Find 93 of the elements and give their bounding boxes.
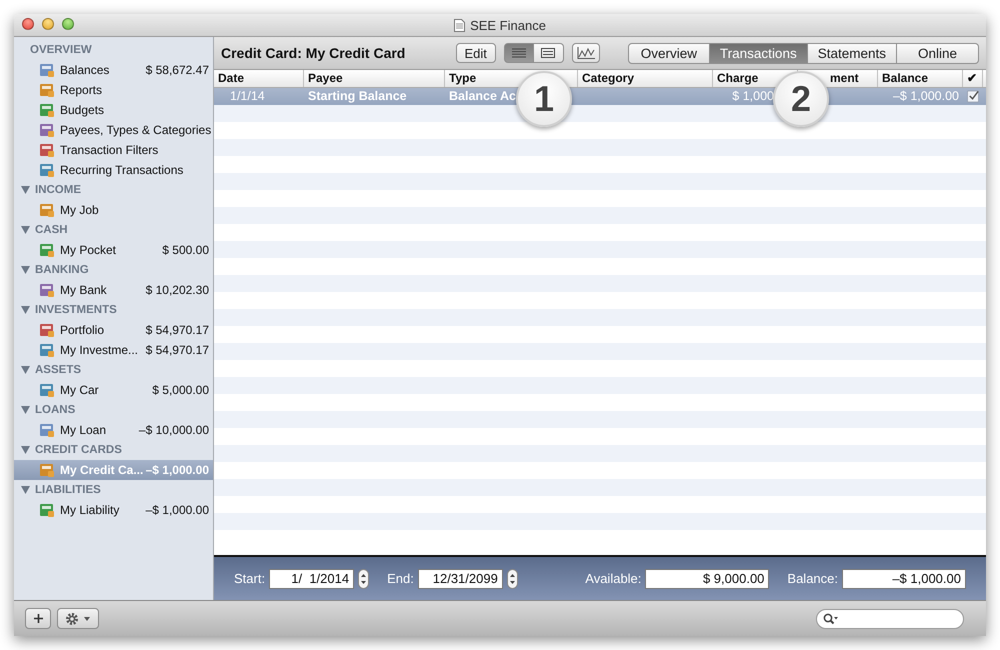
disclosure-triangle-icon[interactable]	[21, 366, 30, 374]
tab[interactable]: Online	[897, 42, 979, 64]
add-button[interactable]	[25, 608, 51, 629]
section-header: ASSETS	[35, 364, 82, 376]
account-title: Credit Card: My Credit Card	[221, 45, 406, 61]
available-label: Available:	[585, 571, 642, 586]
detail-view-button[interactable]	[534, 43, 564, 63]
section-header: INVESTMENTS	[35, 304, 117, 316]
sidebar-item[interactable]: My Job	[14, 200, 213, 220]
stepper-icon[interactable]	[358, 568, 370, 588]
account-icon	[39, 462, 55, 478]
end-label: End:	[387, 571, 414, 586]
column-header[interactable]: Type	[449, 71, 476, 85]
account-icon	[39, 102, 55, 118]
account-icon	[39, 382, 55, 398]
column-header[interactable]: Payee	[308, 71, 343, 85]
zoom-button[interactable]	[62, 18, 74, 30]
sidebar-item[interactable]: Reports	[14, 80, 213, 100]
account-icon	[39, 282, 55, 298]
column-header[interactable]: Category	[582, 71, 634, 85]
sidebar-item[interactable]: Portfolio $ 54,970.17	[14, 320, 213, 340]
disclosure-triangle-icon[interactable]	[21, 186, 30, 194]
detail-list-icon	[541, 48, 556, 58]
table-cell: Balance Ac	[449, 89, 516, 103]
sidebar-item[interactable]: Payees, Types & Categories	[14, 120, 213, 140]
table-cell: $ 1,000	[732, 89, 774, 103]
account-icon	[39, 62, 55, 78]
start-date-field[interactable]: 1/ 1/2014	[269, 568, 354, 588]
sidebar-item[interactable]: My Liability –$ 1,000.00	[14, 500, 213, 520]
tab[interactable]: Transactions	[710, 42, 808, 64]
section-header: CASH	[35, 224, 68, 236]
search-field[interactable]	[816, 608, 964, 628]
table-cell: –$ 1,000.00	[892, 89, 959, 103]
line-chart-icon	[576, 47, 595, 59]
disclosure-triangle-icon[interactable]	[21, 486, 30, 494]
account-icon	[39, 422, 55, 438]
disclosure-triangle-icon[interactable]	[21, 446, 30, 454]
document-icon	[454, 18, 466, 32]
search-icon	[823, 612, 839, 624]
column-header[interactable]: ment	[830, 71, 859, 85]
sidebar-item[interactable]: My Loan –$ 10,000.00	[14, 420, 213, 440]
list-icon	[512, 48, 526, 58]
account-icon	[39, 502, 55, 518]
available-field: $ 9,000.00	[645, 568, 770, 588]
section-header: OVERVIEW	[30, 44, 92, 56]
table-cell: 1/1/14	[230, 89, 265, 103]
account-icon	[39, 342, 55, 358]
edit-button[interactable]: Edit	[456, 43, 496, 63]
section-header: LOANS	[35, 404, 76, 416]
sidebar-item[interactable]: Recurring Transactions	[14, 160, 213, 180]
sidebar-item[interactable]: Budgets	[14, 100, 213, 120]
plus-icon	[34, 614, 42, 623]
minimize-button[interactable]	[42, 18, 54, 30]
sidebar-item[interactable]: My Bank $ 10,202.30	[14, 280, 213, 300]
account-icon	[39, 82, 55, 98]
sidebar-item[interactable]: Transaction Filters	[14, 140, 213, 160]
section-header: BANKING	[35, 264, 89, 276]
balance-label: Balance:	[787, 571, 838, 586]
section-header: INCOME	[35, 184, 81, 196]
disclosure-triangle-icon[interactable]	[21, 306, 30, 314]
list-view-button[interactable]	[504, 43, 534, 63]
sidebar-item[interactable]: My Car $ 5,000.00	[14, 380, 213, 400]
tab[interactable]: Overview	[628, 42, 710, 64]
tab[interactable]: Statements	[808, 42, 897, 64]
settings-menu-button[interactable]	[57, 608, 99, 629]
account-icon	[39, 242, 55, 258]
end-date-field[interactable]: 12/31/2099	[418, 568, 503, 588]
table-cell: Starting Balance	[308, 89, 407, 103]
column-header[interactable]: Date	[218, 71, 244, 85]
window-title: SEE Finance	[470, 18, 546, 32]
checkbox[interactable]	[967, 90, 979, 103]
account-icon	[39, 122, 55, 138]
column-header[interactable]: Balance	[882, 71, 928, 85]
close-button[interactable]	[22, 18, 34, 30]
section-header: CREDIT CARDS	[35, 444, 122, 456]
sidebar-item[interactable]: My Pocket $ 500.00	[14, 240, 213, 260]
sidebar-item[interactable]: My Investme... $ 54,970.17	[14, 340, 213, 360]
sidebar-item[interactable]: Balances $ 58,672.47	[14, 60, 213, 80]
account-icon	[39, 202, 55, 218]
chart-button[interactable]	[572, 43, 600, 63]
start-label: Start:	[234, 571, 266, 586]
settings-icon	[65, 612, 91, 626]
section-header: LIABILITIES	[35, 484, 101, 496]
disclosure-triangle-icon[interactable]	[21, 226, 30, 234]
account-icon	[39, 322, 55, 338]
column-header[interactable]: Charge	[717, 71, 758, 85]
account-icon	[39, 162, 55, 178]
disclosure-triangle-icon[interactable]	[21, 406, 30, 414]
stepper-icon[interactable]	[506, 568, 518, 588]
column-header[interactable]: ✔	[967, 71, 977, 85]
balance-field: –$ 1,000.00	[842, 568, 966, 588]
account-icon	[39, 142, 55, 158]
disclosure-triangle-icon[interactable]	[21, 266, 30, 274]
